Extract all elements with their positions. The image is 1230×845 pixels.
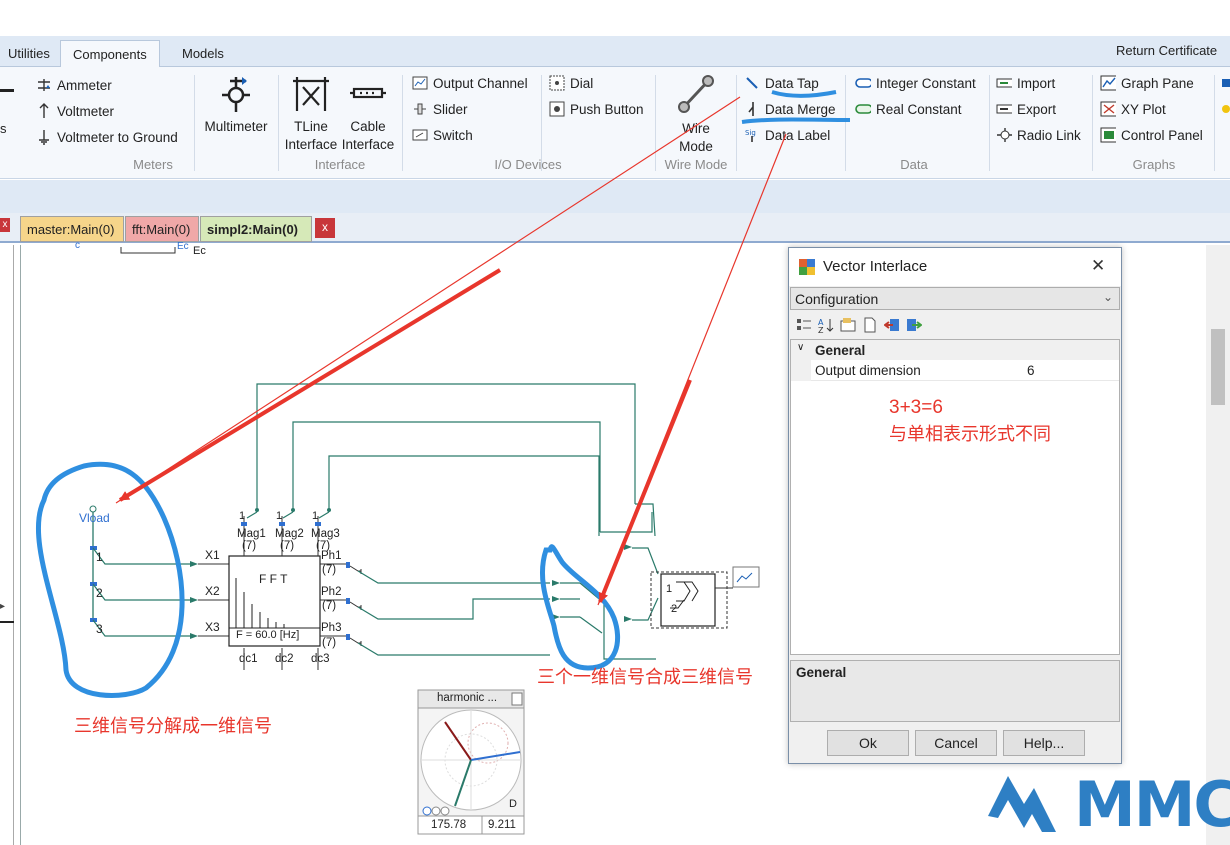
cancel-button[interactable]: Cancel (915, 730, 997, 756)
merge-pin-2: 2 (671, 603, 678, 615)
scrollbar-thumb[interactable] (1211, 329, 1225, 405)
red-thin-line-tap (115, 96, 741, 504)
vload-pin-label-2: 2 (96, 586, 103, 600)
description-panel: General (790, 660, 1120, 722)
mmc-logo-text: MMC (1074, 768, 1230, 841)
mag2-dim-one: 1 (276, 510, 283, 522)
mag3-label: Mag3 (311, 528, 340, 540)
mag1-dim-one: 1 (239, 510, 246, 522)
blue-circle-merge (540, 544, 621, 671)
mmc-logo-mark (988, 776, 1056, 832)
mag2-label: Mag2 (275, 528, 304, 540)
mmc-logo (986, 768, 1070, 835)
mag1-dim: (7) (242, 540, 257, 552)
dialog-title: Vector Interlace (823, 258, 928, 275)
category-general: General (815, 343, 866, 358)
ph3-label: Ph3 (321, 622, 342, 634)
sort-az-icon[interactable]: AZ (818, 317, 834, 336)
annotation-merge: 三个一维信号合成三维信号 (537, 667, 753, 687)
red-arrow-to-merge (598, 379, 692, 603)
vload-pin-label-1: 1 (96, 550, 103, 564)
harmonic-value-1: 175.78 (431, 819, 467, 831)
fft-input-x2: X2 (205, 584, 220, 598)
dialog-close-button[interactable]: ✕ (1091, 256, 1105, 276)
annotation-note: 与单相表示形式不同 (889, 424, 1051, 444)
ph1-dim: (7) (322, 564, 337, 576)
harmonic-value-2: 9.211 (488, 819, 516, 831)
fft-input-x1: X1 (205, 548, 220, 562)
properties-icon[interactable] (840, 317, 856, 336)
property-value[interactable]: 6 (1027, 363, 1035, 378)
export-arrow-icon[interactable] (906, 317, 923, 336)
annotation-split: 三维信号分解成一维信号 (74, 716, 272, 736)
dc1-label: dc1 (239, 653, 258, 665)
vload-label: Vload (79, 511, 110, 525)
property-name: Output dimension (815, 363, 921, 378)
ph1-label: Ph1 (321, 550, 342, 562)
vertical-scrollbar[interactable] (1206, 245, 1230, 845)
categorized-icon[interactable] (796, 317, 812, 336)
description-title: General (796, 665, 847, 680)
output-channel-block[interactable] (732, 566, 760, 588)
dc2-label: dc2 (275, 653, 294, 665)
help-button[interactable]: Help... (1003, 730, 1085, 756)
dialog-title-bar: Vector Interlace ✕ (789, 248, 1121, 286)
mag1-label: Mag1 (237, 528, 266, 540)
page-icon[interactable] (862, 317, 878, 336)
configuration-dropdown[interactable]: Configuration ⌄ (790, 287, 1120, 310)
vector-interlace-dialog: Vector Interlace ✕ Configuration ⌄ AZ ∨ … (788, 247, 1122, 764)
harmonic-meter[interactable] (417, 689, 525, 835)
mag3-dim-one: 1 (312, 510, 319, 522)
chevron-down-icon[interactable]: ∨ (797, 342, 804, 353)
import-arrow-icon[interactable] (883, 317, 900, 336)
blue-underline-tap (771, 90, 837, 98)
blue-underline-merge (741, 117, 851, 124)
annotation-formula: 3+3=6 (889, 397, 943, 418)
merge-pin-1: 1 (666, 583, 673, 595)
ph2-label: Ph2 (321, 586, 342, 598)
category-row[interactable]: ∨ General (791, 340, 1119, 360)
red-arrow-to-vload (118, 268, 502, 502)
mag2-dim: (7) (280, 540, 295, 552)
fft-frequency: F = 60.0 [Hz] (236, 629, 300, 641)
dialog-app-icon (798, 258, 816, 276)
top-label-c: c (75, 240, 80, 251)
ph-wires (357, 570, 550, 656)
top-label-ec-2: Ec (193, 245, 206, 257)
input-arrows (190, 561, 198, 639)
ph3-dim: (7) (322, 637, 337, 649)
ph2-dim: (7) (322, 600, 337, 612)
property-row[interactable]: Output dimension 6 (791, 360, 1119, 381)
property-grid: ∨ General Output dimension 6 3+3=6 与单相表示… (790, 339, 1120, 655)
ok-button[interactable]: Ok (827, 730, 909, 756)
blue-circle-vload (35, 461, 185, 698)
harmonic-d-label: D (509, 798, 517, 810)
top-label-ec-1: Ec (177, 241, 189, 252)
chevron-down-icon: ⌄ (1102, 290, 1113, 304)
configuration-value: Configuration (795, 291, 879, 307)
vload-pin-label-3: 3 (96, 622, 103, 636)
top-partial-block (120, 247, 176, 254)
property-toolbar: AZ (790, 312, 1120, 338)
fft-input-x3: X3 (205, 620, 220, 634)
dc3-label: dc3 (311, 653, 330, 665)
fft-title: F F T (259, 572, 288, 586)
svg-text:Z: Z (818, 326, 824, 333)
harmonic-title: harmonic ... (437, 692, 498, 704)
